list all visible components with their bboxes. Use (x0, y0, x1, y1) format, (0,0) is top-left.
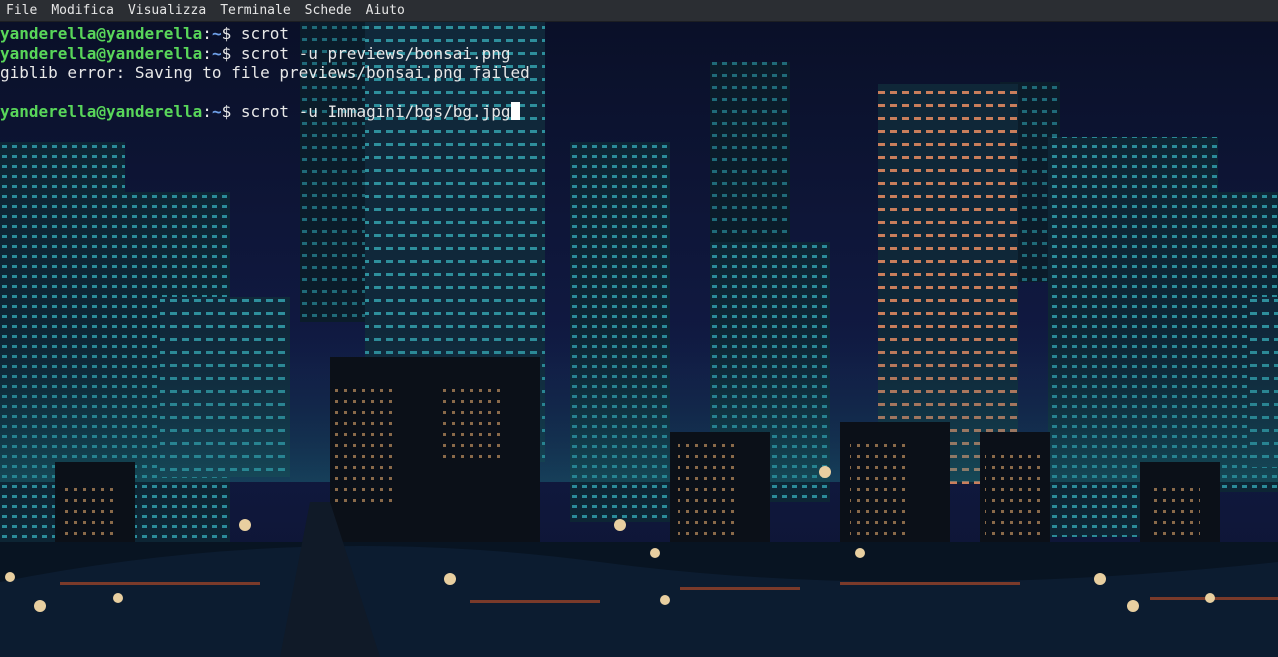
prompt-symbol: $ (221, 102, 241, 121)
error-output: giblib error: Saving to file previews/bo… (0, 63, 530, 82)
prompt-user: yanderella@yanderella (0, 102, 203, 121)
menu-schede[interactable]: Schede (298, 0, 359, 22)
prompt-user: yanderella@yanderella (0, 24, 203, 43)
menu-visualizza[interactable]: Visualizza (121, 0, 213, 22)
terminal-line-1: yanderella@yanderella:~$ scrot (0, 24, 530, 44)
menu-file[interactable]: File (0, 0, 44, 22)
command-text: scrot (240, 24, 290, 43)
command-input[interactable]: scrot -u Immagini/bgs/bg.jpg (241, 102, 511, 121)
terminal-line-5: yanderella@yanderella:~$ scrot -u Immagi… (0, 102, 530, 122)
terminal-line-4 (0, 83, 530, 103)
prompt-path: ~ (211, 24, 222, 43)
prompt-separator: : (202, 24, 212, 43)
terminal-line-2: yanderella@yanderella:~$ scrot -u previe… (0, 44, 530, 64)
prompt-path: ~ (211, 102, 222, 121)
menu-aiuto[interactable]: Aiuto (359, 0, 412, 22)
prompt-path: ~ (211, 43, 222, 63)
terminal-output: yanderella@yanderella:~$ scrot yanderell… (0, 24, 530, 122)
menu-terminale[interactable]: Terminale (213, 0, 297, 22)
text-cursor (510, 102, 520, 120)
menu-modifica[interactable]: Modifica (44, 0, 121, 22)
prompt-symbol: $ (221, 43, 241, 63)
menu-bar: File Modifica Visualizza Terminale Sched… (0, 0, 1278, 22)
prompt-user: yanderella@yanderella (0, 43, 203, 63)
terminal-line-3: giblib error: Saving to file previews/bo… (0, 63, 530, 83)
terminal-area[interactable]: yanderella@yanderella:~$ scrot yanderell… (0, 22, 1278, 657)
prompt-separator: : (202, 43, 212, 63)
command-text: scrot -u previews/bonsai.png (240, 43, 511, 63)
prompt-separator: : (202, 102, 212, 121)
prompt-symbol: $ (221, 24, 241, 43)
